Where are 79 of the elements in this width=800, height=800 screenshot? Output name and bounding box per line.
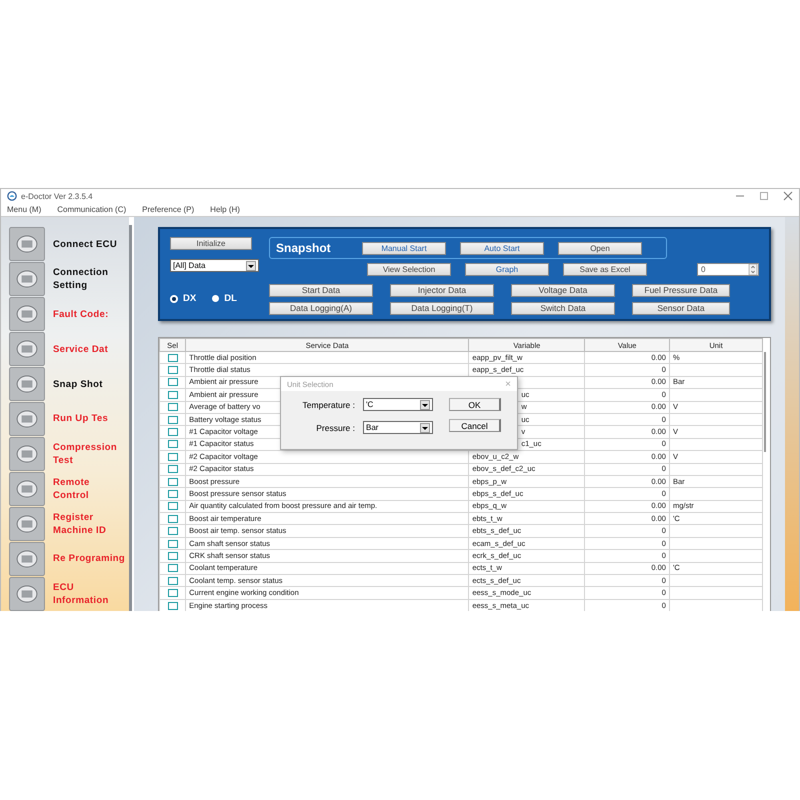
spinner-arrows-icon[interactable]	[748, 264, 758, 275]
snapshot-button[interactable]: Manual Start	[362, 242, 446, 254]
snapshot-button[interactable]: Open	[558, 242, 642, 254]
checkbox[interactable]	[168, 354, 178, 362]
spin-field[interactable]: 0	[697, 263, 759, 276]
scrollbar[interactable]	[764, 352, 766, 452]
sidebar-item[interactable]: Register Machine ID	[53, 510, 127, 537]
checkbox[interactable]	[168, 478, 178, 486]
radio-label[interactable]: DX	[183, 293, 196, 304]
data-button[interactable]: Fuel Pressure Data	[632, 284, 730, 297]
checkbox[interactable]	[168, 378, 178, 386]
menu-item[interactable]: Preference (P)	[142, 205, 194, 214]
menu-item[interactable]: Help (H)	[210, 205, 240, 214]
machine-part-icon[interactable]	[7, 402, 47, 436]
checkbox[interactable]	[168, 540, 178, 548]
sidebar-item[interactable]: Connection Setting	[53, 266, 127, 292]
checkbox[interactable]	[168, 366, 178, 374]
checkbox[interactable]	[168, 602, 178, 610]
radio-label[interactable]: DL	[224, 293, 237, 304]
window-title: e-Doctor Ver 2.3.5.4	[21, 192, 93, 200]
checkbox[interactable]	[168, 390, 178, 399]
snapshot-button[interactable]: View Selection	[367, 263, 451, 276]
data-button[interactable]: Injector Data	[390, 284, 494, 297]
checkbox[interactable]	[168, 502, 178, 510]
checkbox[interactable]	[168, 514, 178, 523]
dropdown-field[interactable]: 'C	[363, 398, 433, 411]
data-button[interactable]: Data Logging(T)	[390, 302, 494, 315]
sidebar-item[interactable]: Remote Control	[53, 476, 127, 502]
app-logo-icon	[7, 191, 17, 201]
dropdown-field[interactable]: Bar	[363, 421, 433, 434]
machine-part-icon[interactable]	[7, 262, 47, 296]
initialize-button[interactable]: Initialize	[170, 237, 252, 250]
machine-part-icon[interactable]	[7, 332, 47, 366]
checkbox[interactable]	[168, 576, 178, 585]
dialog-button[interactable]: Cancel	[449, 419, 501, 432]
snapshot-button[interactable]: Auto Start	[460, 242, 544, 254]
machine-part-icon[interactable]	[7, 436, 47, 471]
sidebar-item[interactable]: Fault Code:	[53, 308, 127, 321]
checkbox[interactable]	[168, 452, 178, 461]
machine-part-icon[interactable]	[7, 472, 47, 506]
data-button[interactable]: Start Data	[269, 284, 373, 297]
sidebar-item[interactable]: Connect ECU	[53, 238, 127, 251]
checkbox[interactable]	[168, 552, 178, 560]
checkbox[interactable]	[168, 416, 178, 424]
data-button[interactable]: Voltage Data	[511, 284, 615, 297]
data-button[interactable]: Switch Data	[511, 302, 615, 315]
checkbox[interactable]	[168, 440, 178, 448]
sidebar-item[interactable]: Compression Test	[53, 440, 127, 467]
snapshot-heading: Snapshot	[276, 241, 332, 255]
field-label: Pressure :	[315, 422, 355, 432]
snapshot-button[interactable]: Graph	[465, 263, 549, 276]
radio-button[interactable]	[170, 294, 178, 302]
checkbox[interactable]	[168, 527, 178, 536]
checkbox[interactable]	[168, 428, 178, 436]
menu-item[interactable]: Menu (M)	[7, 205, 42, 214]
checkbox[interactable]	[168, 564, 178, 572]
snapshot-button[interactable]: Save as Excel	[563, 263, 647, 276]
data-button[interactable]: Sensor Data	[632, 302, 730, 315]
machine-part-icon[interactable]	[7, 297, 47, 332]
machine-part-icon[interactable]	[7, 576, 47, 611]
checkbox[interactable]	[168, 403, 178, 412]
machine-part-icon[interactable]	[7, 367, 47, 402]
machine-part-icon[interactable]	[7, 227, 47, 262]
machine-part-icon[interactable]	[7, 542, 47, 576]
data-filter-dropdown[interactable]: [All] Data	[170, 259, 259, 272]
maximize-icon[interactable]	[759, 191, 769, 201]
sidebar-item[interactable]: Run Up Tes	[53, 412, 127, 426]
checkbox[interactable]	[168, 589, 178, 598]
menu-item[interactable]: Communication (C)	[57, 205, 126, 214]
field-label: Temperature :	[302, 400, 355, 410]
checkbox[interactable]	[168, 465, 178, 474]
sidebar-item[interactable]: Snap Shot	[53, 378, 127, 391]
close-icon[interactable]	[783, 191, 793, 201]
radio-button[interactable]	[212, 295, 220, 302]
sidebar-item[interactable]: Service Dat	[53, 342, 127, 356]
checkbox[interactable]	[168, 490, 178, 498]
machine-part-icon[interactable]	[7, 506, 47, 541]
data-button[interactable]: Data Logging(A)	[269, 302, 373, 315]
dialog-button[interactable]: OK	[449, 398, 501, 411]
